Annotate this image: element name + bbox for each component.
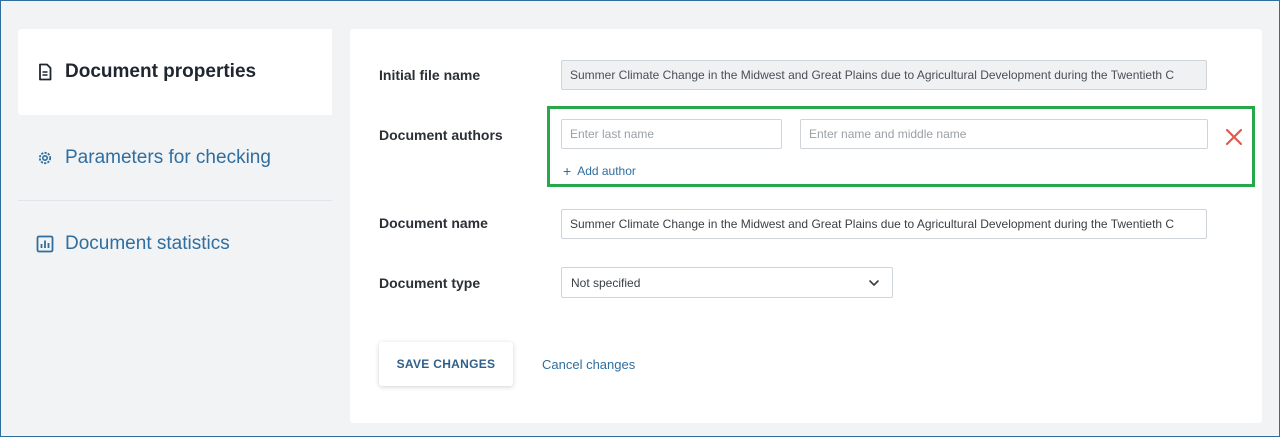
document-authors-label: Document authors bbox=[379, 127, 503, 143]
remove-author-icon[interactable] bbox=[1224, 127, 1244, 147]
initial-file-name-field[interactable] bbox=[561, 60, 1207, 90]
authors-highlight-box: + Add author bbox=[547, 106, 1255, 187]
sidebar-item-label: Parameters for checking bbox=[65, 146, 271, 168]
cancel-changes-link[interactable]: Cancel changes bbox=[542, 357, 635, 372]
sidebar-item-document-properties[interactable]: Document properties bbox=[18, 29, 332, 115]
author-last-name-input[interactable] bbox=[561, 119, 782, 149]
sidebar: Document properties Parameters for check… bbox=[18, 29, 332, 437]
save-changes-button[interactable]: SAVE CHANGES bbox=[379, 342, 513, 386]
document-name-label: Document name bbox=[379, 215, 488, 231]
initial-file-name-label: Initial file name bbox=[379, 67, 481, 83]
sidebar-item-label: Document properties bbox=[65, 61, 257, 82]
plus-icon: + bbox=[563, 163, 572, 179]
gear-icon bbox=[36, 149, 54, 167]
window-frame: Document properties Parameters for check… bbox=[0, 0, 1280, 437]
document-type-label: Document type bbox=[379, 275, 481, 291]
properties-panel: Initial file name Document authors + Add… bbox=[350, 29, 1262, 423]
document-icon bbox=[36, 63, 54, 81]
author-first-name-input[interactable] bbox=[800, 119, 1208, 149]
bar-chart-icon bbox=[36, 235, 54, 253]
chevron-down-icon bbox=[868, 277, 880, 289]
add-author-label: Add author bbox=[577, 164, 636, 178]
document-type-select[interactable]: Not specified bbox=[561, 267, 893, 298]
add-author-link[interactable]: + Add author bbox=[563, 163, 636, 179]
sidebar-item-label: Document statistics bbox=[65, 233, 230, 254]
sidebar-item-parameters[interactable]: Parameters for checking bbox=[18, 115, 332, 201]
sidebar-item-statistics[interactable]: Document statistics bbox=[18, 201, 332, 287]
document-type-value: Not specified bbox=[571, 275, 641, 290]
document-name-input[interactable] bbox=[561, 209, 1207, 239]
